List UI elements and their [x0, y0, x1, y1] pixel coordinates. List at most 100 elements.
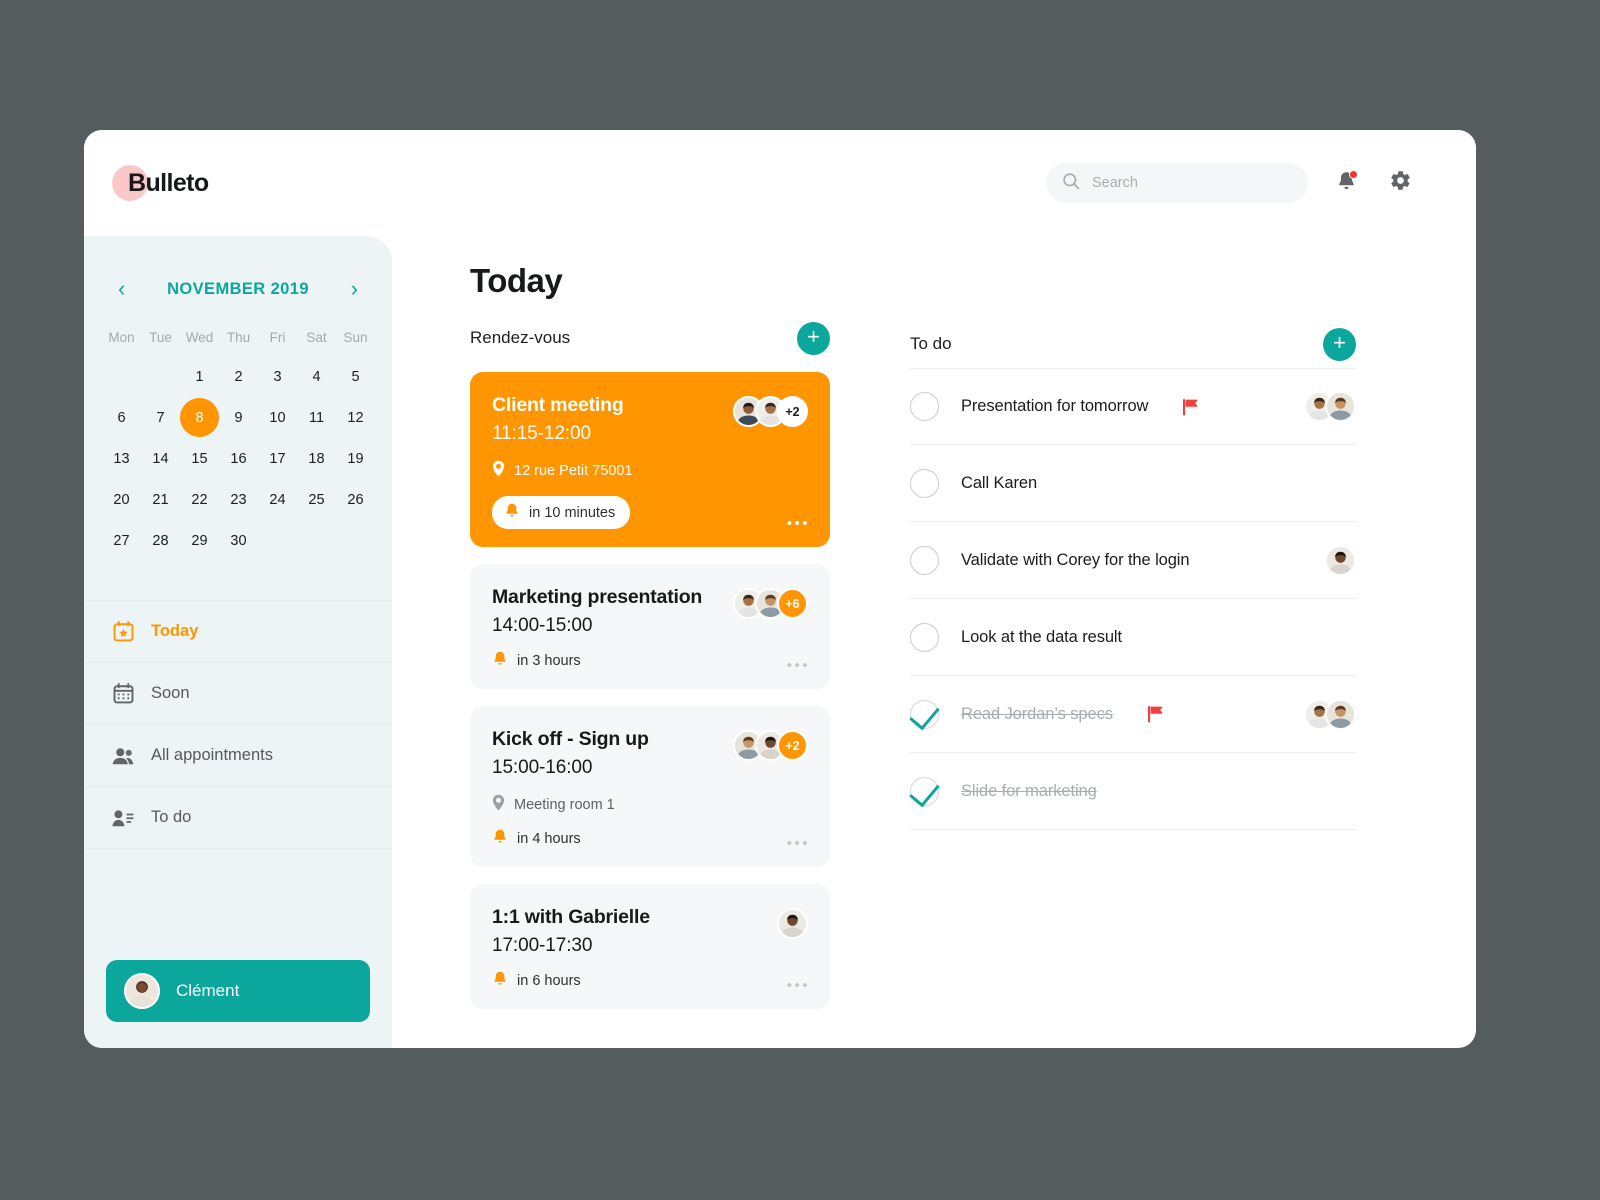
appointment-titleblock: 1:1 with Gabrielle 17:00-17:30 — [492, 906, 650, 957]
appointment-title: 1:1 with Gabrielle — [492, 906, 650, 928]
profile-button[interactable]: Clément — [106, 960, 370, 1022]
search-icon — [1062, 172, 1080, 195]
todo-checkbox[interactable] — [910, 699, 939, 729]
calendar-day[interactable]: 15 — [180, 439, 219, 478]
avatar-overflow-count: +2 — [777, 730, 808, 761]
sidebar-item-soon[interactable]: Soon — [84, 663, 392, 725]
todo-item[interactable]: Slide for marketing — [910, 753, 1356, 830]
calendar-day[interactable]: 13 — [102, 439, 141, 478]
todo-section-header: To do + — [910, 324, 1356, 364]
appointment-menu-button[interactable]: ••• — [787, 516, 810, 531]
appointment-card[interactable]: Kick off - Sign up 15:00-16:00 +2 Meeting r… — [470, 706, 830, 867]
appointment-menu-button[interactable]: ••• — [787, 978, 810, 993]
calendar-day[interactable]: 4 — [297, 357, 336, 396]
appointments-section-header: Rendez-vous + — [470, 318, 830, 358]
appointment-menu-button[interactable]: ••• — [787, 836, 810, 851]
avatar-overflow-count: +6 — [777, 588, 808, 619]
todo-label: Read Jordan’s specs — [961, 704, 1113, 723]
appointment-location: 12 rue Petit 75001 — [492, 460, 808, 481]
calendar-day[interactable]: 11 — [297, 398, 336, 437]
calendar-day[interactable]: 22 — [180, 480, 219, 519]
calendar-day[interactable]: 26 — [336, 480, 375, 519]
notifications-button[interactable] — [1330, 167, 1362, 199]
todo-list: Presentation for tomorrow Call Karen Valid… — [910, 368, 1356, 830]
todo-item[interactable]: Read Jordan’s specs — [910, 676, 1356, 753]
calendar-day[interactable]: 18 — [297, 439, 336, 478]
calendar-day[interactable]: 25 — [297, 480, 336, 519]
todo-checkbox[interactable] — [910, 622, 939, 652]
search-box[interactable] — [1046, 163, 1308, 203]
location-pin-icon — [492, 794, 505, 811]
calendar-day[interactable]: 21 — [141, 480, 180, 519]
calendar-day[interactable]: 16 — [219, 439, 258, 478]
calendar-day[interactable]: 1 — [180, 357, 219, 396]
bell-icon — [504, 502, 520, 523]
calendar-day[interactable]: 17 — [258, 439, 297, 478]
todo-checkbox[interactable] — [910, 468, 939, 498]
calendar-day[interactable]: 14 — [141, 439, 180, 478]
sidebar-nav: Today Soon All appointments To do — [84, 600, 392, 849]
top-bar-actions — [1046, 163, 1416, 203]
todo-checkbox[interactable] — [910, 392, 939, 421]
appointment-reminder: in 10 minutes — [492, 496, 631, 529]
calendar-icon — [112, 683, 134, 705]
calendar-day[interactable]: 24 — [258, 480, 297, 519]
appointment-attendees: +2 — [733, 394, 808, 427]
top-bar: Bulleto — [84, 130, 1476, 236]
appointment-location-text: Meeting room 1 — [514, 796, 615, 813]
add-appointment-button[interactable]: + — [797, 321, 830, 355]
appointments-list: Client meeting 11:15-12:00 +2 12 rue Petit … — [470, 372, 830, 1009]
calendar-day[interactable]: 29 — [180, 521, 219, 560]
appointment-card[interactable]: Marketing presentation 14:00-15:00 +6 in 3 … — [470, 564, 830, 689]
calendar-next-button[interactable]: › — [345, 276, 364, 302]
calendar-star-icon — [112, 621, 134, 643]
todo-item[interactable]: Presentation for tomorrow — [910, 368, 1356, 445]
appointment-titleblock: Kick off - Sign up 15:00-16:00 — [492, 728, 649, 779]
calendar-day[interactable]: 19 — [336, 439, 375, 478]
calendar-month-title: NOVEMBER 2019 — [167, 279, 309, 298]
sidebar-item-all-appointments[interactable]: All appointments — [84, 725, 392, 787]
appointment-card[interactable]: 1:1 with Gabrielle 17:00-17:30 in 6 hours •… — [470, 884, 830, 1009]
calendar-day[interactable]: 30 — [219, 521, 258, 560]
appointment-menu-button[interactable]: ••• — [787, 658, 810, 673]
calendar-day-selected[interactable]: 8 — [180, 398, 219, 437]
avatar-overflow-count: +2 — [777, 396, 808, 427]
appointment-time: 15:00-16:00 — [492, 757, 593, 778]
app-logo: Bulleto — [112, 161, 209, 205]
sidebar-item-to-do[interactable]: To do — [84, 787, 392, 849]
calendar-day[interactable]: 7 — [141, 398, 180, 437]
profile-name: Clément — [176, 981, 240, 1000]
appointment-attendees: +6 — [733, 586, 808, 619]
calendar-day[interactable]: 28 — [141, 521, 180, 560]
todo-checkbox[interactable] — [910, 545, 939, 575]
calendar-day[interactable]: 27 — [102, 521, 141, 560]
calendar-prev-button[interactable]: ‹ — [112, 276, 131, 302]
location-pin-icon — [492, 460, 505, 477]
appointment-reminder: in 3 hours — [492, 650, 808, 671]
calendar-day[interactable]: 20 — [102, 480, 141, 519]
appointment-card[interactable]: Client meeting 11:15-12:00 +2 12 rue Petit … — [470, 372, 830, 547]
search-input[interactable] — [1092, 175, 1292, 191]
appointment-reminder-text: in 3 hours — [517, 652, 581, 669]
flag-icon — [1182, 398, 1199, 416]
todo-item[interactable]: Validate with Corey for the login — [910, 522, 1356, 599]
add-todo-button[interactable]: + — [1323, 327, 1356, 361]
sidebar-item-label: Today — [151, 622, 199, 640]
appointment-header: Kick off - Sign up 15:00-16:00 +2 — [492, 728, 808, 779]
calendar-day[interactable]: 12 — [336, 398, 375, 437]
calendar-day[interactable]: 5 — [336, 357, 375, 396]
todo-checkbox[interactable] — [910, 776, 939, 806]
todo-item[interactable]: Call Karen — [910, 445, 1356, 522]
calendar-day[interactable]: 10 — [258, 398, 297, 437]
sidebar-item-today[interactable]: Today — [84, 601, 392, 663]
todo-section-title: To do — [910, 334, 952, 353]
todo-item[interactable]: Look at the data result — [910, 599, 1356, 676]
settings-button[interactable] — [1384, 167, 1416, 199]
calendar-day[interactable]: 9 — [219, 398, 258, 437]
calendar-day[interactable]: 23 — [219, 480, 258, 519]
todo-label: Presentation for tomorrow — [961, 397, 1149, 415]
calendar-day[interactable]: 2 — [219, 357, 258, 396]
appointment-reminder-text: in 6 hours — [517, 972, 581, 989]
calendar-day[interactable]: 6 — [102, 398, 141, 437]
calendar-day[interactable]: 3 — [258, 357, 297, 396]
